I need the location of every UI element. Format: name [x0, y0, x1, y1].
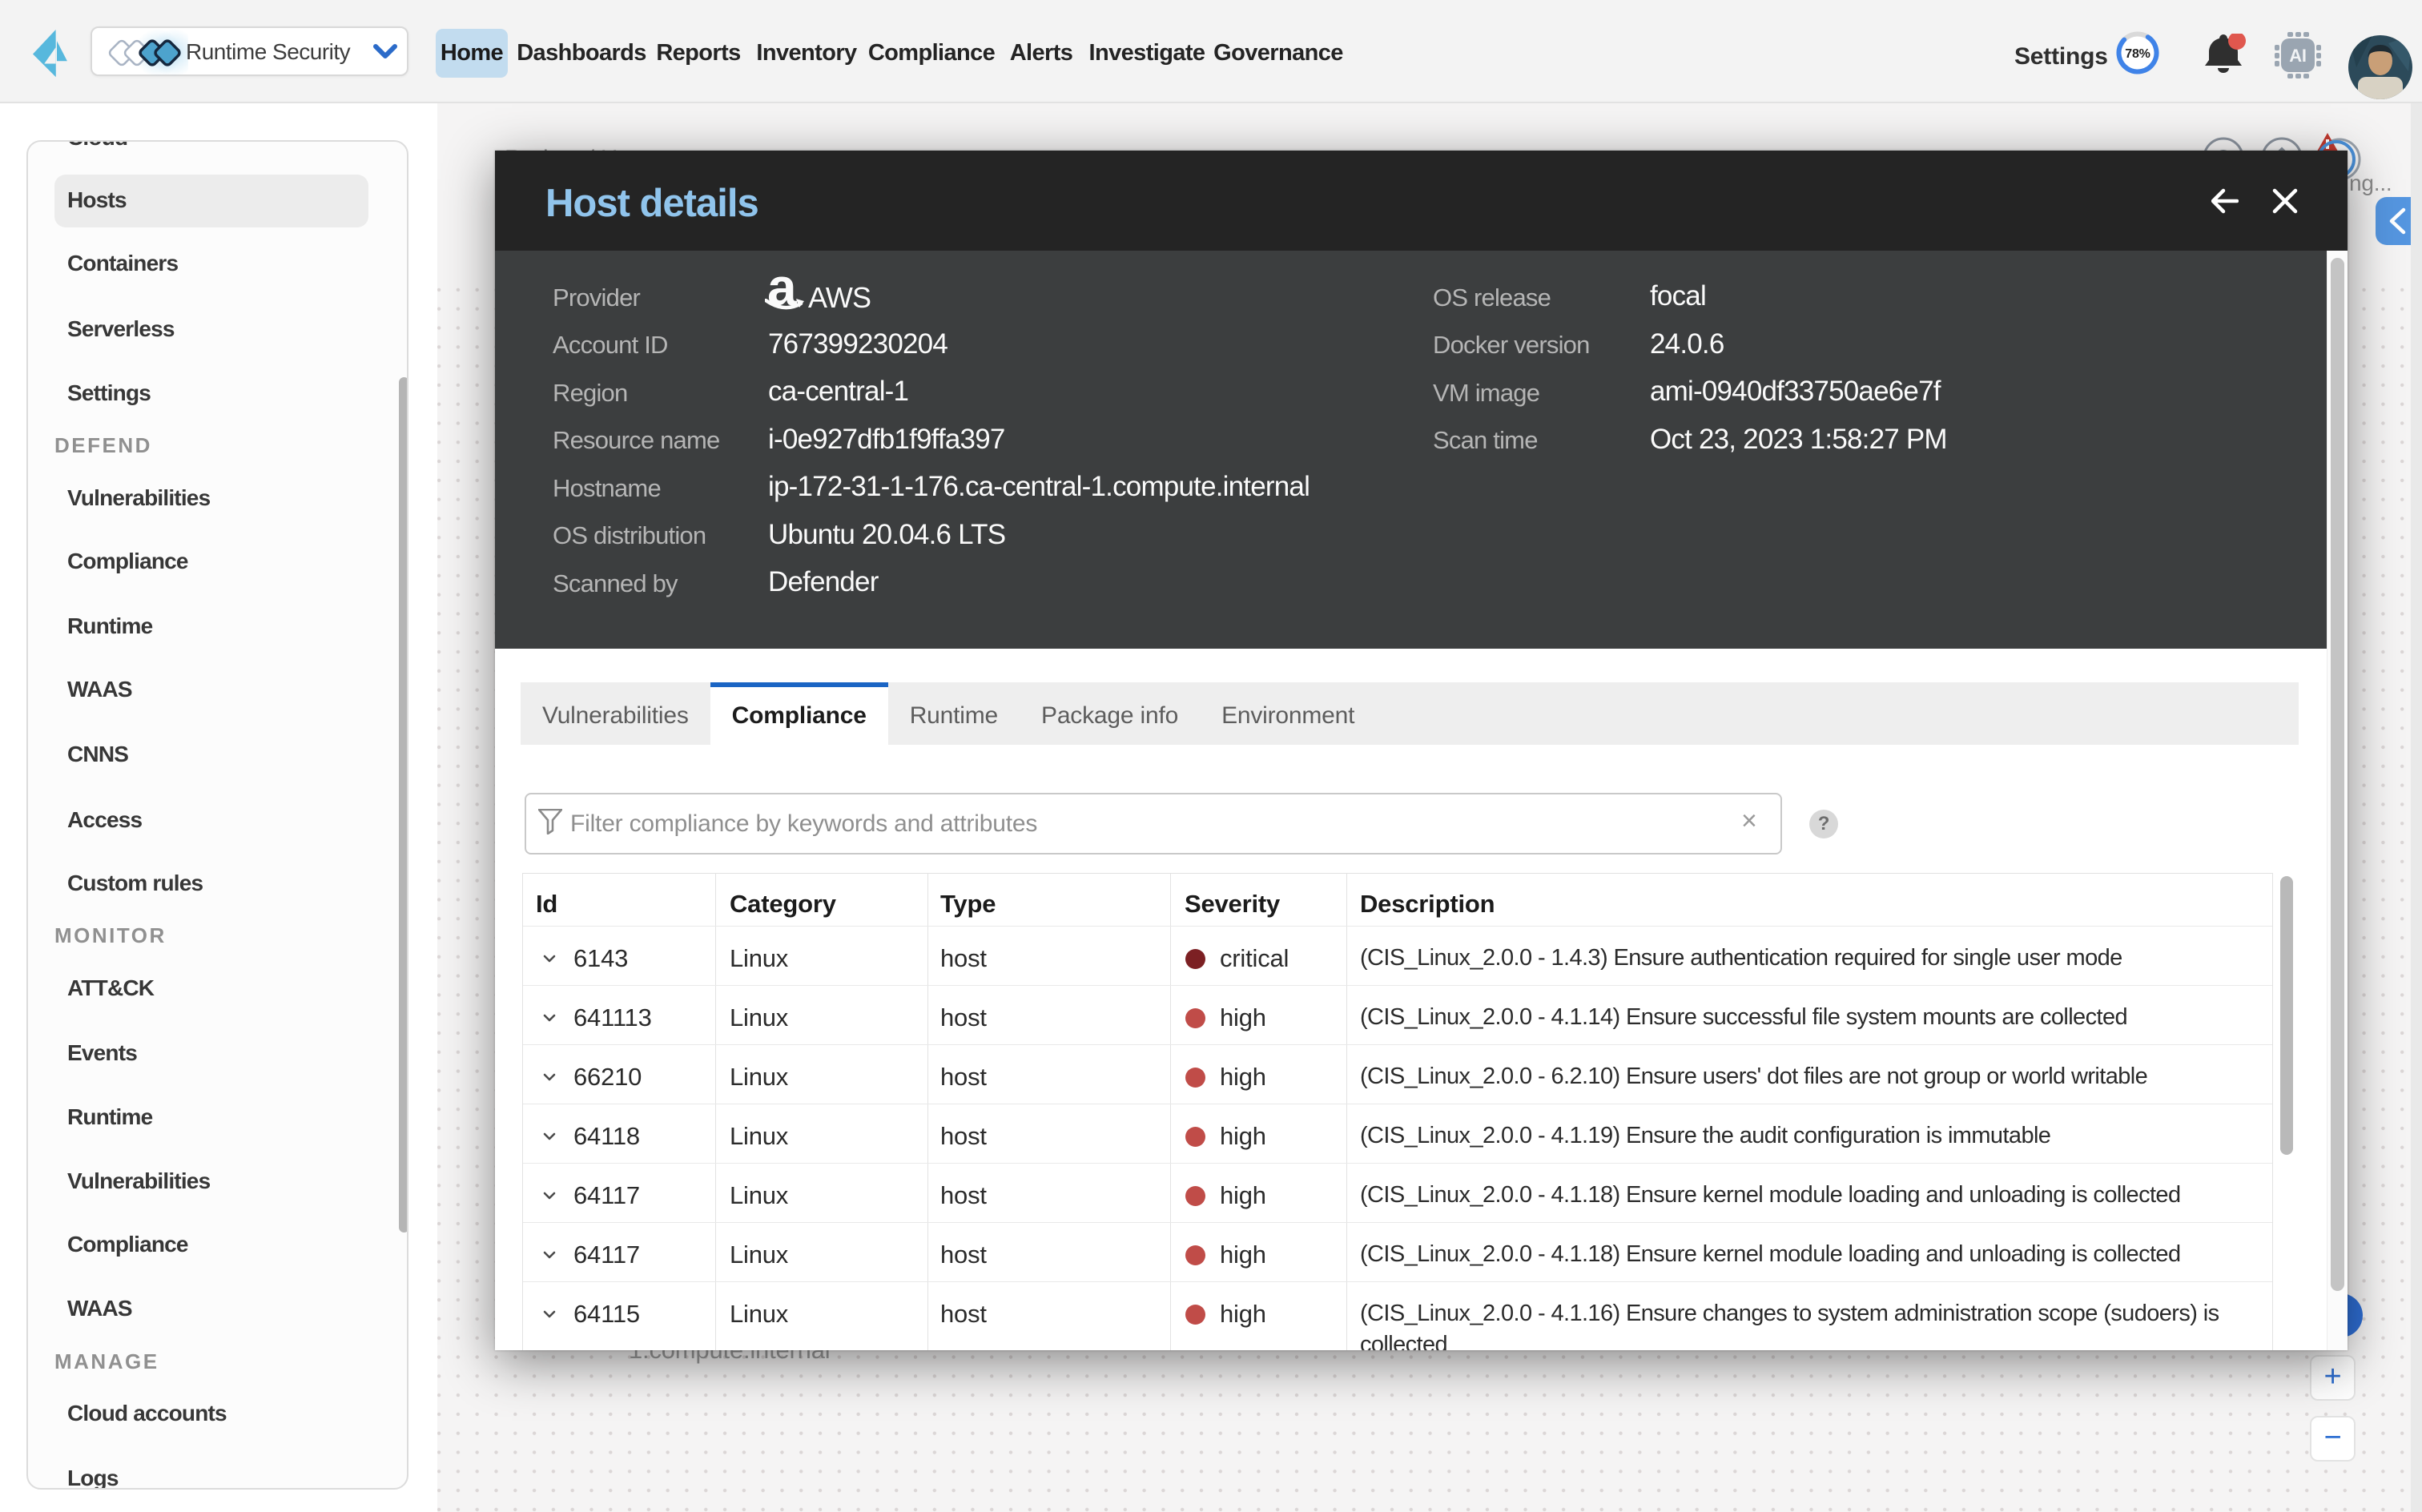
svg-text:AI: AI — [2289, 46, 2307, 66]
svg-text:78%: 78% — [2125, 47, 2150, 61]
